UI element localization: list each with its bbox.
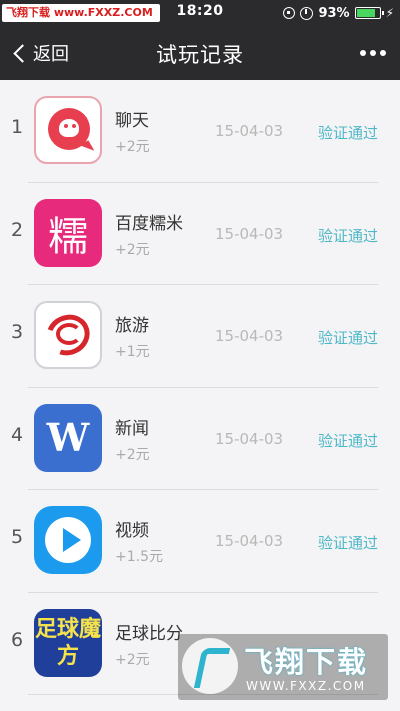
record-date: 15-04-03 [215,429,284,448]
bottom-watermark: 飞翔下载 WWW.FXXZ.COM [178,634,388,700]
list-item[interactable]: 2 糯 百度糯米 +2元 15-04-03 验证通过 [11,183,378,285]
status-badge: 验证通过 [317,534,378,552]
row-index: 6 [10,628,24,651]
fxxz-logo-icon [182,638,238,694]
status-badge: 验证通过 [317,431,378,450]
status-bar: 飞翔下载 www.FXXZ.COM 18:20 93% ⚡ [0,0,400,26]
alarm-icon [300,6,314,20]
row-index: 2 [10,218,24,241]
list-item[interactable]: 4 W 新闻 +2元 15-04-03 验证通过 [11,388,378,490]
nuomi-icon: 糯 [34,198,102,267]
app-reward: +2元 [115,241,150,258]
list-item[interactable]: 3 旅游 +1元 15-04-03 验证通过 [11,285,378,388]
list-item[interactable]: 1 聊天 +2元 15-04-03 验证通过 [11,80,378,183]
app-reward: +2元 [115,446,150,463]
status-indicators: 93% ⚡ [283,4,394,22]
app-reward: +1元 [115,344,150,360]
travel-swirl-icon [34,301,102,369]
app-reward: +2元 [115,651,150,668]
app-name: 足球比分 [115,623,183,644]
status-badge: 验证通过 [317,329,378,347]
watermark-title: 飞翔下载 [244,645,369,679]
row-index: 1 [10,116,24,138]
status-badge: 验证通过 [317,226,378,245]
battery-icon [354,7,384,19]
app-reward: +2元 [115,139,150,155]
list-item[interactable]: 5 视频 +1.5元 15-04-03 验证通过 [11,490,378,593]
app-name: 旅游 [115,316,149,336]
record-date: 15-04-03 [215,122,284,140]
app-name: 聊天 [115,111,149,131]
more-dots-icon[interactable] [360,50,386,56]
app-reward: +1.5元 [115,549,163,565]
record-date: 15-04-03 [215,327,284,345]
app-name: 百度糯米 [115,213,183,234]
nav-bar: 返回 试玩记录 [0,26,400,80]
nuomi-icon-glyph: 糯 [48,213,88,260]
app-name: 新闻 [115,418,149,439]
news-w-icon: W [34,403,102,472]
news-icon-glyph: W [46,415,90,460]
row-index: 3 [10,321,24,343]
status-badge: 验证通过 [317,124,378,142]
video-play-icon [34,506,102,574]
row-index: 5 [10,526,24,548]
charging-icon: ⚡ [385,6,394,20]
app-name: 视频 [115,521,149,541]
chat-bubble-icon [34,96,102,164]
trial-record-list: 1 聊天 +2元 15-04-03 验证通过 2 糯 百度糯米 +2元 15-0… [0,80,400,695]
watermark-url: WWW.FXXZ.COM [246,679,366,693]
row-index: 4 [10,423,24,446]
football-icon-glyph: 足球魔方 [34,616,101,669]
battery-fill [356,9,376,17]
rotation-lock-icon [283,7,296,19]
battery-percent: 93% [318,5,350,21]
page-title: 试玩记录 [156,43,244,67]
record-date: 15-04-03 [215,532,284,550]
football-magic-icon: 足球魔方 [34,608,102,677]
record-date: 15-04-03 [215,224,284,243]
